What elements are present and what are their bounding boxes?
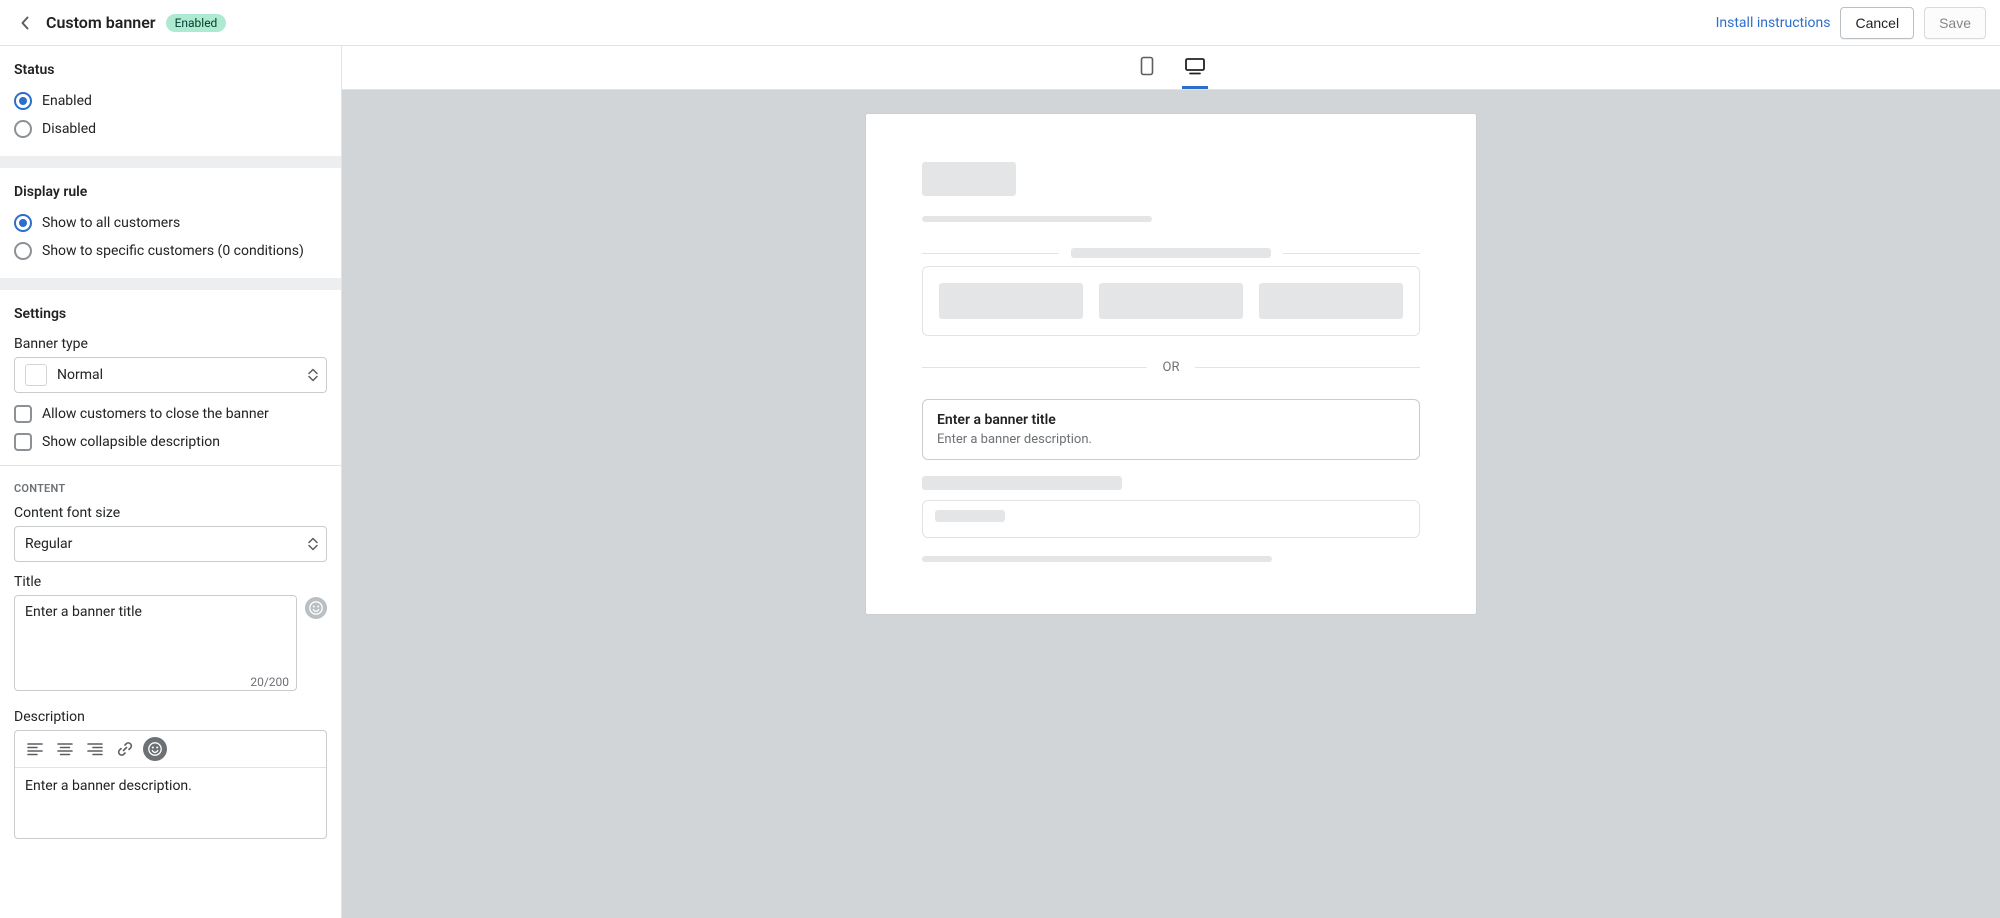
banner-type-select[interactable]: Normal (14, 357, 327, 393)
skeleton-rule (922, 253, 1059, 254)
allow-close-label: Allow customers to close the banner (42, 406, 269, 422)
align-left-icon (27, 742, 43, 756)
description-editor: Enter a banner description. (14, 730, 327, 839)
display-all-label: Show to all customers (42, 215, 180, 231)
font-size-value: Regular (25, 536, 72, 552)
page-title: Custom banner (46, 13, 156, 32)
status-disabled-label: Disabled (42, 121, 96, 137)
link-icon (117, 741, 133, 757)
align-center-button[interactable] (53, 737, 77, 761)
device-switch (342, 46, 2000, 90)
status-disabled-option[interactable]: Disabled (14, 120, 327, 138)
preview-canvas: OR Enter a banner title Enter a banner d… (342, 90, 2000, 918)
link-button[interactable] (113, 737, 137, 761)
font-size-label: Content font size (14, 505, 327, 521)
emoji-toolbar-button[interactable] (143, 737, 167, 761)
banner-type-label: Banner type (14, 336, 327, 352)
display-specific-option[interactable]: Show to specific customers (0 conditions… (14, 242, 327, 260)
align-right-icon (87, 742, 103, 756)
skeleton-line (922, 216, 1152, 222)
skeleton-cell (939, 283, 1083, 319)
smiley-icon (309, 601, 323, 615)
mobile-tab[interactable] (1134, 45, 1160, 89)
status-badge: Enabled (166, 14, 227, 32)
title-field-label: Title (14, 574, 327, 590)
checkbox-icon (14, 405, 32, 423)
settings-heading: Settings (14, 306, 327, 322)
desktop-icon (1184, 57, 1206, 75)
desktop-tab[interactable] (1182, 45, 1208, 89)
sidebar: Status Enabled Disabled Display rule Sho… (0, 46, 342, 918)
settings-card: Settings Banner type Normal Allow custom… (0, 290, 341, 465)
banner-preview-title: Enter a banner title (937, 412, 1405, 428)
skeleton-placeholder (935, 510, 1005, 522)
preview-mock: OR Enter a banner title Enter a banner d… (866, 114, 1476, 614)
status-card: Status Enabled Disabled (0, 46, 341, 156)
status-enabled-option[interactable]: Enabled (14, 92, 327, 110)
cancel-button[interactable]: Cancel (1840, 7, 1914, 39)
font-size-select[interactable]: Regular (14, 526, 327, 562)
banner-preview: Enter a banner title Enter a banner desc… (922, 399, 1420, 460)
title-counter: 20/200 (250, 675, 289, 689)
banner-type-value: Normal (57, 367, 103, 383)
display-specific-label: Show to specific customers (0 conditions… (42, 243, 304, 259)
or-divider: OR (922, 360, 1420, 375)
description-field-label: Description (14, 709, 327, 725)
display-all-option[interactable]: Show to all customers (14, 214, 327, 232)
skeleton-grid (922, 266, 1420, 336)
skeleton-rule (1283, 253, 1420, 254)
radio-icon (14, 242, 32, 260)
content-section-label: CONTENT (14, 482, 327, 495)
install-instructions-link[interactable]: Install instructions (1716, 15, 1831, 31)
mobile-icon (1139, 56, 1155, 76)
skeleton-block (922, 162, 1016, 196)
skeleton-line (922, 476, 1122, 490)
skeleton-row (922, 248, 1420, 258)
align-center-icon (57, 742, 73, 756)
checkbox-icon (14, 433, 32, 451)
save-button[interactable]: Save (1924, 7, 1986, 39)
skeleton-input (922, 500, 1420, 538)
allow-close-option[interactable]: Allow customers to close the banner (14, 405, 327, 423)
radio-icon (14, 92, 32, 110)
or-label: OR (1163, 360, 1180, 375)
status-enabled-label: Enabled (42, 93, 92, 109)
status-heading: Status (14, 62, 327, 78)
skeleton-line (922, 556, 1272, 562)
display-rule-card: Display rule Show to all customers Show … (0, 168, 341, 278)
radio-icon (14, 120, 32, 138)
swatch-icon (25, 364, 47, 386)
collapsible-option[interactable]: Show collapsible description (14, 433, 327, 451)
top-bar: Custom banner Enabled Install instructio… (0, 0, 2000, 46)
preview-pane: OR Enter a banner title Enter a banner d… (342, 46, 2000, 918)
collapsible-label: Show collapsible description (42, 434, 220, 450)
banner-preview-description: Enter a banner description. (937, 432, 1405, 447)
radio-icon (14, 214, 32, 232)
smiley-icon (148, 742, 162, 756)
display-rule-heading: Display rule (14, 184, 327, 200)
align-right-button[interactable] (83, 737, 107, 761)
skeleton-cell (1099, 283, 1243, 319)
select-caret-icon (308, 369, 318, 382)
emoji-button[interactable] (305, 597, 327, 619)
back-button[interactable] (14, 12, 36, 34)
skeleton-cell (1259, 283, 1403, 319)
rte-toolbar (15, 731, 326, 768)
align-left-button[interactable] (23, 737, 47, 761)
description-input[interactable]: Enter a banner description. (15, 768, 326, 838)
skeleton-pill (1071, 248, 1271, 258)
chevron-left-icon (20, 16, 30, 30)
content-card: CONTENT Content font size Regular Title … (0, 466, 341, 857)
select-caret-icon (308, 538, 318, 551)
